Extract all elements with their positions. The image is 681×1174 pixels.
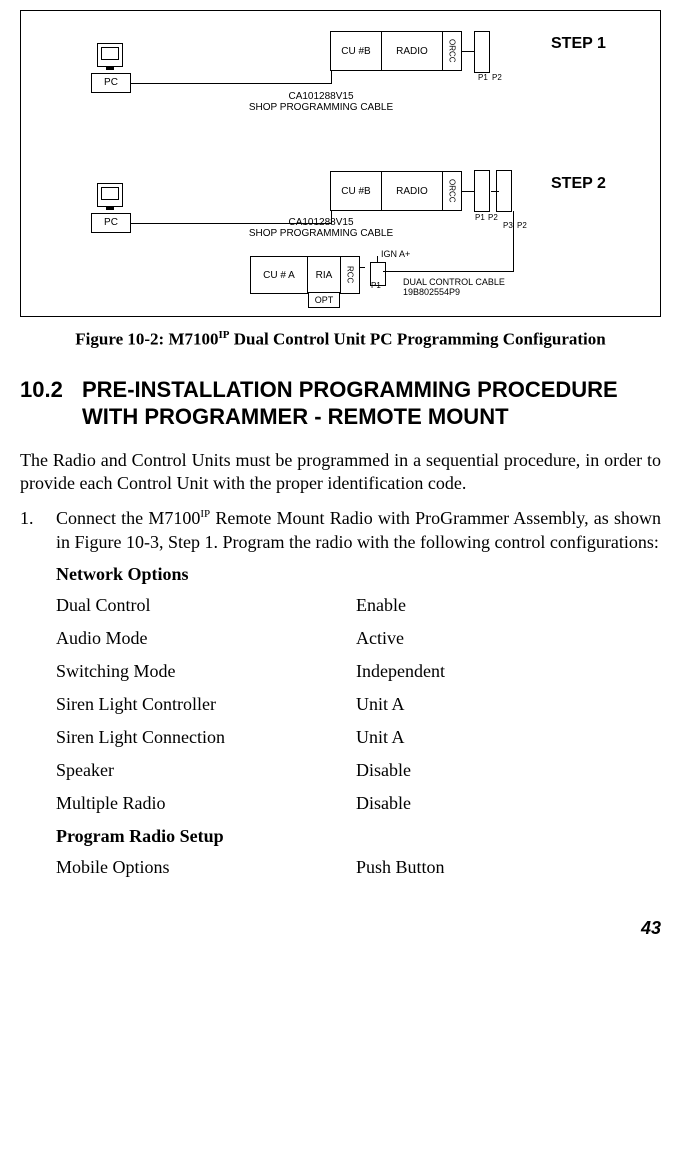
step1-label: STEP 1 bbox=[551, 35, 606, 53]
orcc-box: ORCC bbox=[442, 171, 462, 211]
radio-unit-group-2: CU #B RADIO ORCC bbox=[331, 171, 512, 211]
cu-a-box: CU # A bbox=[250, 256, 308, 294]
option-row: Dual Control Enable bbox=[56, 595, 661, 616]
page-number: 43 bbox=[20, 918, 661, 939]
section-number: 10.2 bbox=[20, 376, 82, 431]
figure-diagram-box: STEP 1 PC CU #B RADIO ORCC P1 P2 CA10128… bbox=[20, 10, 661, 317]
indented-content: Network Options Dual Control Enable Audi… bbox=[56, 564, 661, 878]
figure-caption-suffix: Dual Control Unit PC Programming Configu… bbox=[230, 330, 606, 349]
wire bbox=[377, 256, 378, 262]
section-title: PRE-INSTALLATION PROGRAMMING PROCEDURE W… bbox=[82, 376, 661, 431]
pin-p3: P3 bbox=[503, 221, 513, 230]
diagram-step-2: STEP 2 PC CU #B RADIO ORCC P1 P2 P3 P2 C… bbox=[31, 161, 650, 311]
radio-box: RADIO bbox=[381, 31, 443, 71]
ria-box: RIA bbox=[307, 256, 341, 294]
rcc-box: RCC bbox=[340, 256, 360, 294]
cable-code: CA101288V15 bbox=[288, 91, 353, 102]
wire bbox=[383, 271, 513, 272]
pin-p1-lower: P1 bbox=[371, 281, 381, 290]
list-number: 1. bbox=[20, 507, 56, 554]
option-label: Switching Mode bbox=[56, 661, 356, 682]
option-value: Active bbox=[356, 628, 661, 649]
cable-code: CA101288V15 bbox=[288, 217, 353, 228]
cable-label-2: CA101288V15 SHOP PROGRAMMING CABLE bbox=[221, 217, 421, 239]
wire bbox=[513, 211, 514, 272]
option-value: Enable bbox=[356, 595, 661, 616]
option-row: Multiple Radio Disable bbox=[56, 793, 661, 814]
list-item-1: 1. Connect the M7100IP Remote Mount Radi… bbox=[20, 507, 661, 554]
pc-monitor-icon bbox=[97, 43, 123, 67]
option-label: Multiple Radio bbox=[56, 793, 356, 814]
wire bbox=[331, 71, 332, 84]
option-label: Siren Light Connection bbox=[56, 727, 356, 748]
pin-p1: P1 bbox=[475, 213, 485, 222]
pc-box: PC bbox=[91, 73, 131, 93]
ign-label: IGN A+ bbox=[381, 249, 410, 259]
radio-box: RADIO bbox=[381, 171, 443, 211]
opt-box: OPT bbox=[308, 292, 340, 308]
list-text-sup: IP bbox=[200, 508, 210, 520]
pin-p2b: P2 bbox=[517, 221, 527, 230]
figure-caption-prefix: Figure 10-2: M7100 bbox=[75, 330, 218, 349]
cable-name: SHOP PROGRAMMING CABLE bbox=[249, 102, 393, 113]
program-radio-heading: Program Radio Setup bbox=[56, 826, 661, 847]
pin-p2: P2 bbox=[492, 73, 502, 82]
option-label: Mobile Options bbox=[56, 857, 356, 878]
option-value: Unit A bbox=[356, 694, 661, 715]
option-row: Siren Light Controller Unit A bbox=[56, 694, 661, 715]
option-row: Speaker Disable bbox=[56, 760, 661, 781]
wire bbox=[461, 51, 475, 52]
dual-cable-text: DUAL CONTROL CABLE bbox=[403, 277, 505, 287]
pin-p1: P1 bbox=[478, 73, 488, 82]
option-label: Siren Light Controller bbox=[56, 694, 356, 715]
step2-label: STEP 2 bbox=[551, 175, 606, 193]
section-heading: 10.2 PRE-INSTALLATION PROGRAMMING PROCED… bbox=[20, 376, 661, 431]
option-label: Dual Control bbox=[56, 595, 356, 616]
option-value: Push Button bbox=[356, 857, 661, 878]
figure-caption: Figure 10-2: M7100IP Dual Control Unit P… bbox=[20, 329, 661, 350]
option-value: Disable bbox=[356, 793, 661, 814]
lower-unit-group: CU # A RIA RCC bbox=[251, 256, 386, 292]
option-label: Audio Mode bbox=[56, 628, 356, 649]
option-row: Audio Mode Active bbox=[56, 628, 661, 649]
option-row: Siren Light Connection Unit A bbox=[56, 727, 661, 748]
option-row: Switching Mode Independent bbox=[56, 661, 661, 682]
list-text-before: Connect the M7100 bbox=[56, 508, 200, 528]
list-body: Connect the M7100IP Remote Mount Radio w… bbox=[56, 507, 661, 554]
cu-b-box: CU #B bbox=[330, 171, 382, 211]
wire bbox=[131, 83, 331, 84]
option-value: Unit A bbox=[356, 727, 661, 748]
dual-cable-code: 19B802554P9 bbox=[403, 287, 460, 297]
wire bbox=[359, 267, 365, 268]
option-value: Independent bbox=[356, 661, 661, 682]
connector-box bbox=[474, 31, 490, 73]
pc-monitor-icon bbox=[97, 183, 123, 207]
option-label: Speaker bbox=[56, 760, 356, 781]
option-value: Disable bbox=[356, 760, 661, 781]
dual-cable-label: DUAL CONTROL CABLE 19B802554P9 bbox=[403, 277, 563, 297]
wire bbox=[491, 191, 499, 192]
cable-label-1: CA101288V15 SHOP PROGRAMMING CABLE bbox=[221, 91, 421, 113]
wire bbox=[461, 191, 475, 192]
figure-caption-sup: IP bbox=[219, 329, 230, 341]
option-row: Mobile Options Push Button bbox=[56, 857, 661, 878]
cu-b-box: CU #B bbox=[330, 31, 382, 71]
cable-name: SHOP PROGRAMMING CABLE bbox=[249, 228, 393, 239]
diagram-step-1: STEP 1 PC CU #B RADIO ORCC P1 P2 CA10128… bbox=[31, 21, 650, 131]
network-options-heading: Network Options bbox=[56, 564, 661, 585]
orcc-box: ORCC bbox=[442, 31, 462, 71]
pc-box: PC bbox=[91, 213, 131, 233]
connector-box bbox=[474, 170, 490, 212]
pin-p2: P2 bbox=[488, 213, 498, 222]
intro-paragraph: The Radio and Control Units must be prog… bbox=[20, 449, 661, 496]
